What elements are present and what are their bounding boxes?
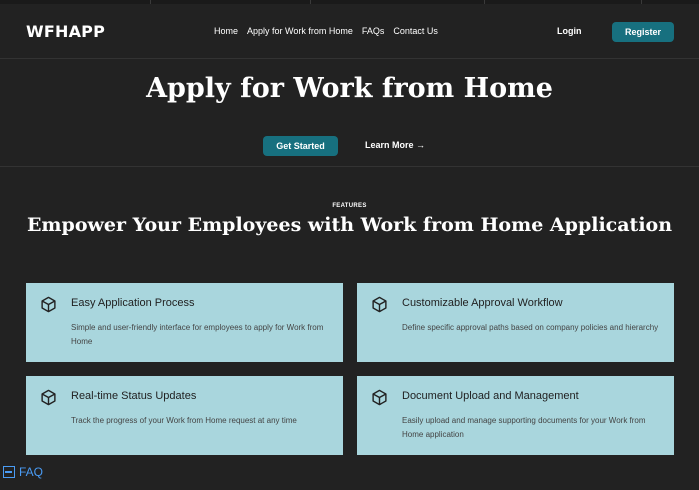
faq-label: FAQ xyxy=(19,465,44,479)
cube-icon xyxy=(41,296,56,313)
get-started-button[interactable]: Get Started xyxy=(263,136,338,156)
faq-widget[interactable]: FAQ xyxy=(3,465,43,479)
hero-title: Apply for Work from Home xyxy=(146,73,553,104)
features-eyebrow: FEATURES xyxy=(332,203,367,209)
learn-more-link[interactable]: Learn More → xyxy=(365,140,425,150)
feature-card: Customizable Approval Workflow Define sp… xyxy=(357,283,674,362)
logo[interactable]: WFHAPP xyxy=(26,22,105,41)
hero-section: Apply for Work from Home Get Started Lea… xyxy=(0,59,699,167)
nav-home[interactable]: Home xyxy=(214,26,238,36)
feature-card-title: Customizable Approval Workflow xyxy=(402,297,563,309)
register-button[interactable]: Register xyxy=(612,22,674,42)
feature-card-description: Define specific approval paths based on … xyxy=(402,323,659,332)
feature-card: Easy Application Process Simple and user… xyxy=(26,283,343,362)
features-title: Empower Your Employees with Work from Ho… xyxy=(26,214,673,236)
nav-contact[interactable]: Contact Us xyxy=(393,26,438,36)
feature-card-description: Easily upload and manage supporting docu… xyxy=(402,416,646,439)
main-nav: Home Apply for Work from Home FAQs Conta… xyxy=(214,26,438,36)
feature-card-title: Real-time Status Updates xyxy=(71,390,197,402)
feature-card-title: Document Upload and Management xyxy=(402,390,579,402)
login-link[interactable]: Login xyxy=(557,26,582,36)
cube-icon xyxy=(372,389,387,406)
nav-apply[interactable]: Apply for Work from Home xyxy=(247,26,353,36)
cube-icon xyxy=(41,389,56,406)
feature-card: Document Upload and Management Easily up… xyxy=(357,376,674,455)
site-header: WFHAPP Home Apply for Work from Home FAQ… xyxy=(0,4,699,59)
feature-card-description: Track the progress of your Work from Hom… xyxy=(71,416,297,425)
feature-card-title: Easy Application Process xyxy=(71,297,195,309)
feature-card-description: Simple and user-friendly interface for e… xyxy=(71,323,324,346)
nav-faqs[interactable]: FAQs xyxy=(362,26,385,36)
minus-square-icon xyxy=(3,466,15,478)
feature-card: Real-time Status Updates Track the progr… xyxy=(26,376,343,455)
cube-icon xyxy=(372,296,387,313)
